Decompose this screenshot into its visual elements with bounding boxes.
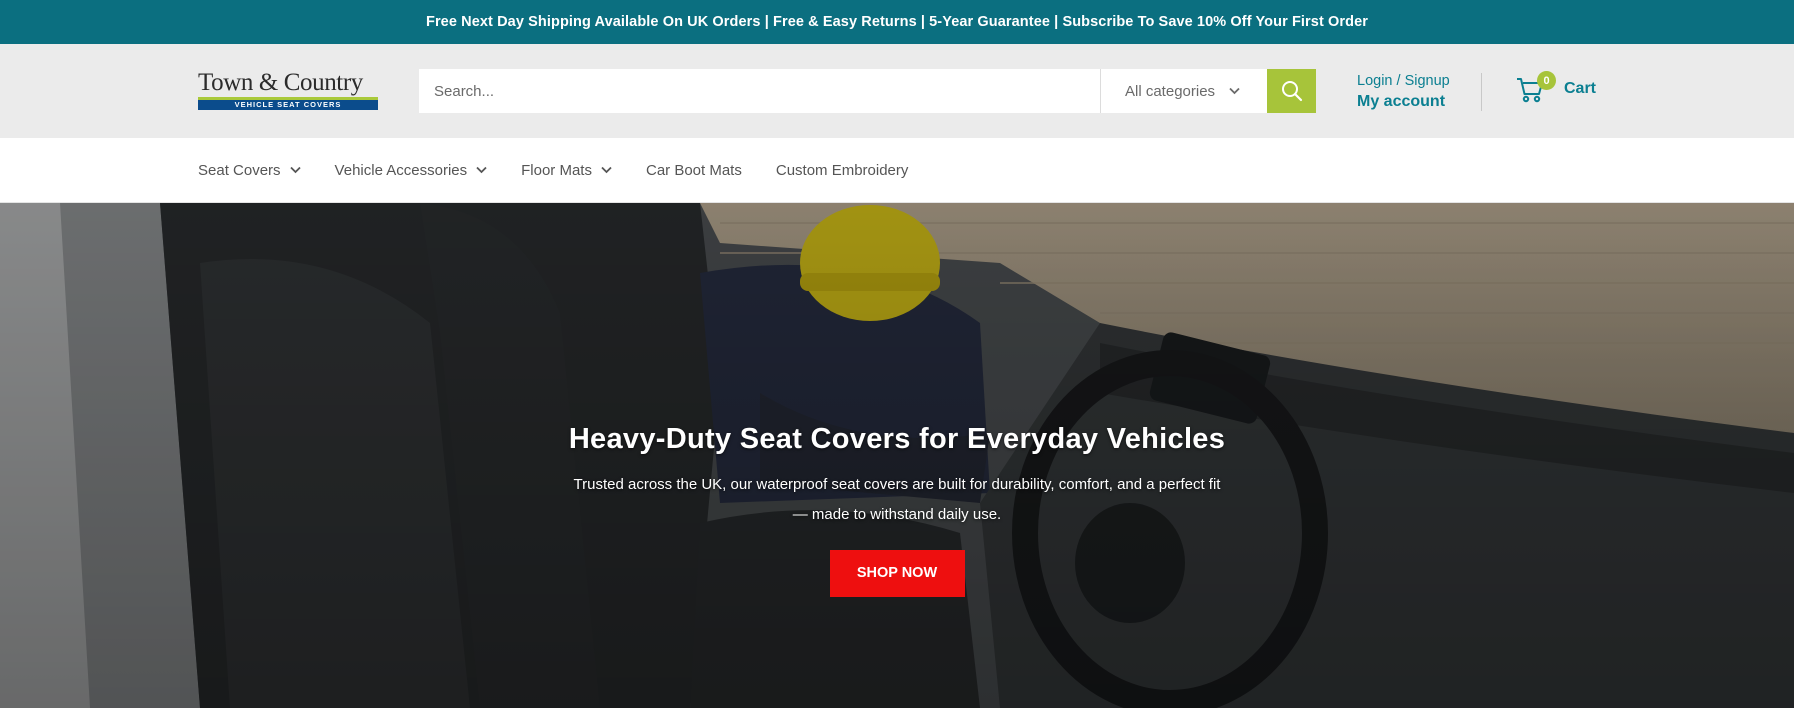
chevron-down-icon <box>476 166 487 174</box>
site-header: Town & Country VEHICLE SEAT COVERS All c… <box>0 44 1794 138</box>
nav-item-label: Vehicle Accessories <box>334 161 468 179</box>
search-button[interactable] <box>1267 69 1316 113</box>
announcement-bar: Free Next Day Shipping Available On UK O… <box>0 0 1794 44</box>
nav-item-custom-embroidery[interactable]: Custom Embroidery <box>776 162 909 179</box>
search-input[interactable] <box>419 69 1100 113</box>
chevron-down-icon <box>1229 87 1240 95</box>
logo-subtitle: VEHICLE SEAT COVERS <box>198 97 378 110</box>
logo-title: Town & Country <box>198 69 363 96</box>
site-logo[interactable]: Town & Country VEHICLE SEAT COVERS <box>198 69 380 111</box>
nav-item-car-boot-mats[interactable]: Car Boot Mats <box>646 162 742 179</box>
search-icon <box>1281 81 1302 102</box>
nav-item-seat-covers[interactable]: Seat Covers <box>198 162 301 179</box>
nav-item-label: Seat Covers <box>198 161 281 179</box>
cart-label: Cart <box>1564 80 1597 97</box>
chevron-down-icon <box>601 166 612 174</box>
nav-item-label: Floor Mats <box>521 161 592 179</box>
login-signup-link[interactable]: Login / Signup <box>1357 71 1450 91</box>
cart-button[interactable]: 0 Cart <box>1516 71 1597 104</box>
hero-banner: Heavy-Duty Seat Covers for Everyday Vehi… <box>0 203 1794 708</box>
chevron-down-icon <box>289 166 301 174</box>
category-select[interactable]: All categories <box>1100 69 1267 113</box>
cart-count-badge: 0 <box>1537 71 1556 90</box>
nav-item-vehicle-accessories[interactable]: Vehicle Accessories <box>335 162 488 179</box>
hero-subtitle: Trusted across the UK, our waterproof se… <box>573 476 1221 523</box>
header-divider <box>1481 73 1482 111</box>
search-bar: All categories <box>419 69 1316 113</box>
account-area: Login / Signup My account <box>1357 71 1450 111</box>
nav-item-label: Custom Embroidery <box>775 161 909 179</box>
hero-title: Heavy-Duty Seat Covers for Everyday Vehi… <box>568 423 1226 455</box>
nav-item-floor-mats[interactable]: Floor Mats <box>521 162 612 179</box>
announcement-text: Free Next Day Shipping Available On UK O… <box>425 14 1369 30</box>
shop-now-button[interactable]: SHOP NOW <box>829 550 965 597</box>
hero-content: Heavy-Duty Seat Covers for Everyday Vehi… <box>0 423 1794 597</box>
nav-item-label: Car Boot Mats <box>645 161 742 179</box>
cart-icon-wrap: 0 <box>1516 71 1556 104</box>
my-account-link[interactable]: My account <box>1357 93 1450 111</box>
main-nav: Seat Covers Vehicle Accessories Floor Ma… <box>0 138 1794 203</box>
category-select-value: All categories <box>1125 82 1216 100</box>
